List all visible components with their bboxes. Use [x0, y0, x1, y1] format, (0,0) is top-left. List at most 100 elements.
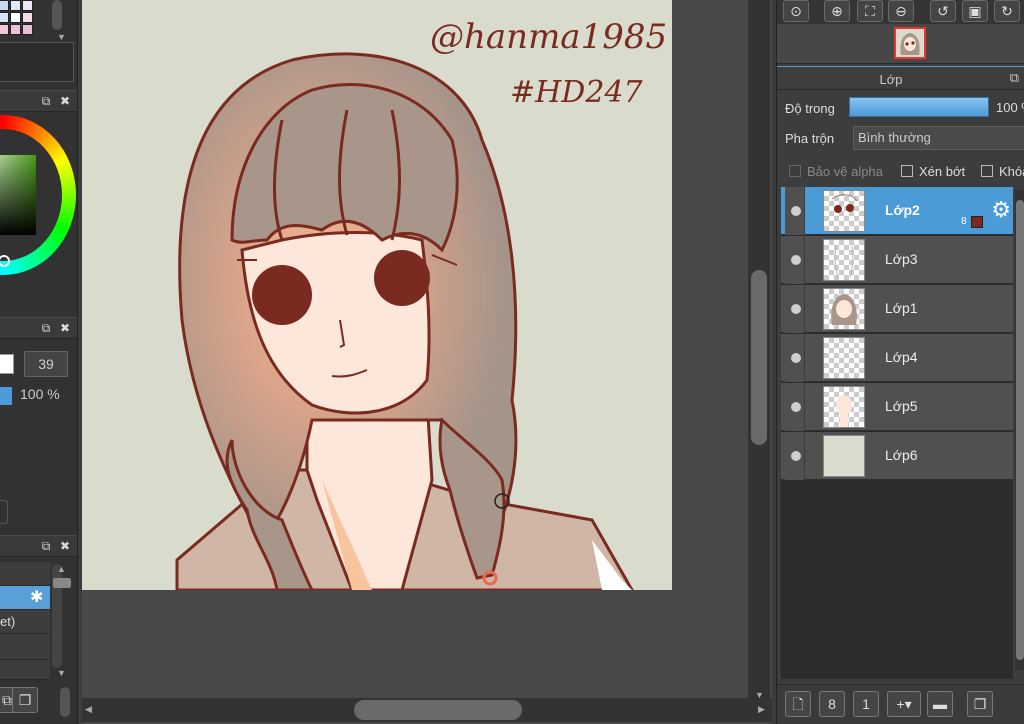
checkbox-box[interactable] [981, 165, 993, 177]
eye-icon[interactable] [791, 451, 801, 461]
drawing-canvas[interactable]: @hanma1985 #HD247 [82, 0, 672, 590]
list-item[interactable] [0, 660, 50, 680]
layer-name[interactable]: Lớp3 [885, 251, 918, 267]
blend-label: Pha trộn [785, 131, 835, 146]
visibility-toggle[interactable] [785, 383, 805, 431]
popout-icon[interactable]: ⧉ [39, 539, 53, 553]
visibility-toggle[interactable] [785, 236, 805, 284]
canvas-horizontal-scrollbar[interactable]: ◀ ▶ [82, 698, 772, 722]
list-item[interactable]: et) [0, 610, 50, 634]
scroll-down-icon[interactable]: ▼ [57, 668, 66, 678]
visibility-toggle[interactable] [785, 334, 805, 382]
brush-list-panel-header: ⧉ ✖ [0, 535, 77, 557]
list-item[interactable] [0, 634, 50, 660]
layer-row[interactable]: Lớp5 [781, 383, 1013, 431]
popout-icon[interactable]: ⧉ [39, 321, 53, 335]
layer-panel-title: Lớp [879, 72, 903, 87]
layer-name[interactable]: Lớp5 [885, 398, 918, 414]
layer-row[interactable]: Lớp6 [781, 432, 1013, 480]
layer-row[interactable]: Lớp1 [781, 285, 1013, 333]
eye-icon[interactable] [791, 255, 801, 265]
navigator-preview [777, 24, 1024, 64]
new-layer-icon[interactable]: 🗋 [785, 691, 811, 717]
layer-scroll-thumb[interactable] [1016, 200, 1024, 660]
layer-name[interactable]: Lớp6 [885, 447, 918, 463]
brush-opacity-value: 100 % [20, 386, 60, 402]
duplicate-icon[interactable]: ❐ [967, 691, 993, 717]
list-item[interactable] [0, 562, 50, 586]
blend-mode-select[interactable]: Bình thường [853, 126, 1024, 150]
checkbox-box[interactable] [901, 165, 913, 177]
layer-row[interactable]: Lớp4 [781, 334, 1013, 382]
layer-list-scrollbar[interactable] [1015, 190, 1024, 670]
eye-icon[interactable] [791, 304, 801, 314]
canvas-area[interactable]: @hanma1985 #HD247 [82, 0, 772, 724]
opacity-value: 100 % [996, 100, 1024, 115]
gear-icon[interactable]: ✱ [30, 586, 43, 609]
color-swatches[interactable] [0, 0, 38, 44]
zoom-out-icon[interactable]: ⊖ [888, 0, 914, 22]
close-icon[interactable]: ✖ [58, 321, 72, 335]
scroll-right-icon[interactable]: ▶ [758, 704, 765, 715]
layer-actions-bar: 🗋 8 1 +▾ ▬ ❐ [777, 684, 1024, 724]
canvas-vertical-scrollbar[interactable]: ▼ [748, 0, 770, 700]
eye-icon[interactable] [791, 402, 801, 412]
popout-icon[interactable]: ⧉ [39, 94, 53, 108]
lock-checkbox[interactable]: Khóa [981, 164, 1024, 179]
eye-icon[interactable] [791, 206, 801, 216]
scroll-left-icon[interactable]: ◀ [85, 704, 92, 715]
layer-row[interactable]: Lớp2 8 ⚙ [781, 187, 1013, 235]
new-folder-icon[interactable]: ▬ [927, 691, 953, 717]
list-item-selected[interactable]: ✱ [0, 586, 50, 610]
new-1bit-layer-icon[interactable]: 1 [853, 691, 879, 717]
opacity-slider[interactable] [849, 97, 989, 117]
clipping-checkbox[interactable]: Xén bớt [901, 164, 965, 179]
visibility-toggle[interactable] [785, 432, 805, 480]
swatch-scrollbar[interactable] [52, 0, 62, 30]
layer-row[interactable]: Lớp3 [781, 236, 1013, 284]
checkbox-box[interactable] [789, 165, 801, 177]
popout-icon[interactable]: ⧉ [1010, 70, 1019, 86]
layer-name[interactable]: Lớp4 [885, 349, 918, 365]
opacity-swatch[interactable] [0, 387, 12, 405]
layer-name[interactable]: Lớp1 [885, 300, 918, 316]
visibility-toggle[interactable] [785, 285, 805, 333]
zoom-actual-icon[interactable]: ⊙ [783, 0, 809, 22]
brush-panel-edge [0, 500, 8, 524]
brush-color-swatch[interactable] [0, 354, 14, 374]
left-bottom-scrollbar[interactable] [60, 687, 70, 717]
layer-name[interactable]: Lớp2 [885, 202, 920, 218]
blend-mode-value: Bình thường [858, 130, 931, 145]
horizontal-scroll-thumb[interactable] [354, 700, 522, 720]
zoom-in-icon[interactable]: ⊕ [824, 0, 850, 22]
brush-list-scroll-thumb[interactable] [53, 578, 71, 588]
navigator-thumbnail[interactable] [894, 27, 926, 59]
gear-icon[interactable]: ⚙ [991, 199, 1011, 221]
brush-size-value[interactable]: 39 [24, 351, 68, 377]
eye-icon[interactable] [791, 353, 801, 363]
close-icon[interactable]: ✖ [58, 94, 72, 108]
fit-icon[interactable]: ⛶ [857, 0, 883, 22]
rotate-right-icon[interactable]: ↻ [994, 0, 1020, 22]
color-wheel[interactable] [0, 115, 76, 275]
protect-alpha-checkbox[interactable]: Bảo vệ alpha [789, 164, 883, 179]
navigator-toolbar: ⊙ ⊕ ⛶ ⊖ ↺ ▣ ↻ [777, 0, 1024, 24]
layer-thumbnail [823, 288, 865, 330]
new-8bit-layer-icon[interactable]: 8 [819, 691, 845, 717]
duplicate-icon[interactable]: ❐ [12, 687, 38, 713]
rotate-left-icon[interactable]: ↺ [930, 0, 956, 22]
scroll-up-icon[interactable]: ▲ [57, 564, 66, 574]
protect-alpha-label: Bảo vệ alpha [807, 164, 883, 179]
add-layer-menu-icon[interactable]: +▾ [887, 691, 921, 717]
layer-thumbnail [823, 337, 865, 379]
vertical-scroll-thumb[interactable] [751, 270, 767, 445]
left-panel: ▼ ⧉ ✖ ⧉ ✖ 39 100 % ⧉ ✖ ✱ et) ▲ ▼ ⧉ ❐ [0, 0, 78, 724]
layer-thumbnail [823, 239, 865, 281]
signature-line1: @hanma1985 [430, 17, 667, 57]
fullscreen-icon[interactable]: ▣ [962, 0, 988, 22]
visibility-toggle[interactable] [785, 187, 805, 235]
layer-list: Lớp2 8 ⚙ Lớp3 Lớp1 Lớp4 Lớp5 Lớp6 [781, 187, 1013, 679]
swatch-area [0, 42, 74, 82]
close-icon[interactable]: ✖ [58, 539, 72, 553]
swatch-scroll-down-icon[interactable]: ▼ [57, 32, 66, 42]
